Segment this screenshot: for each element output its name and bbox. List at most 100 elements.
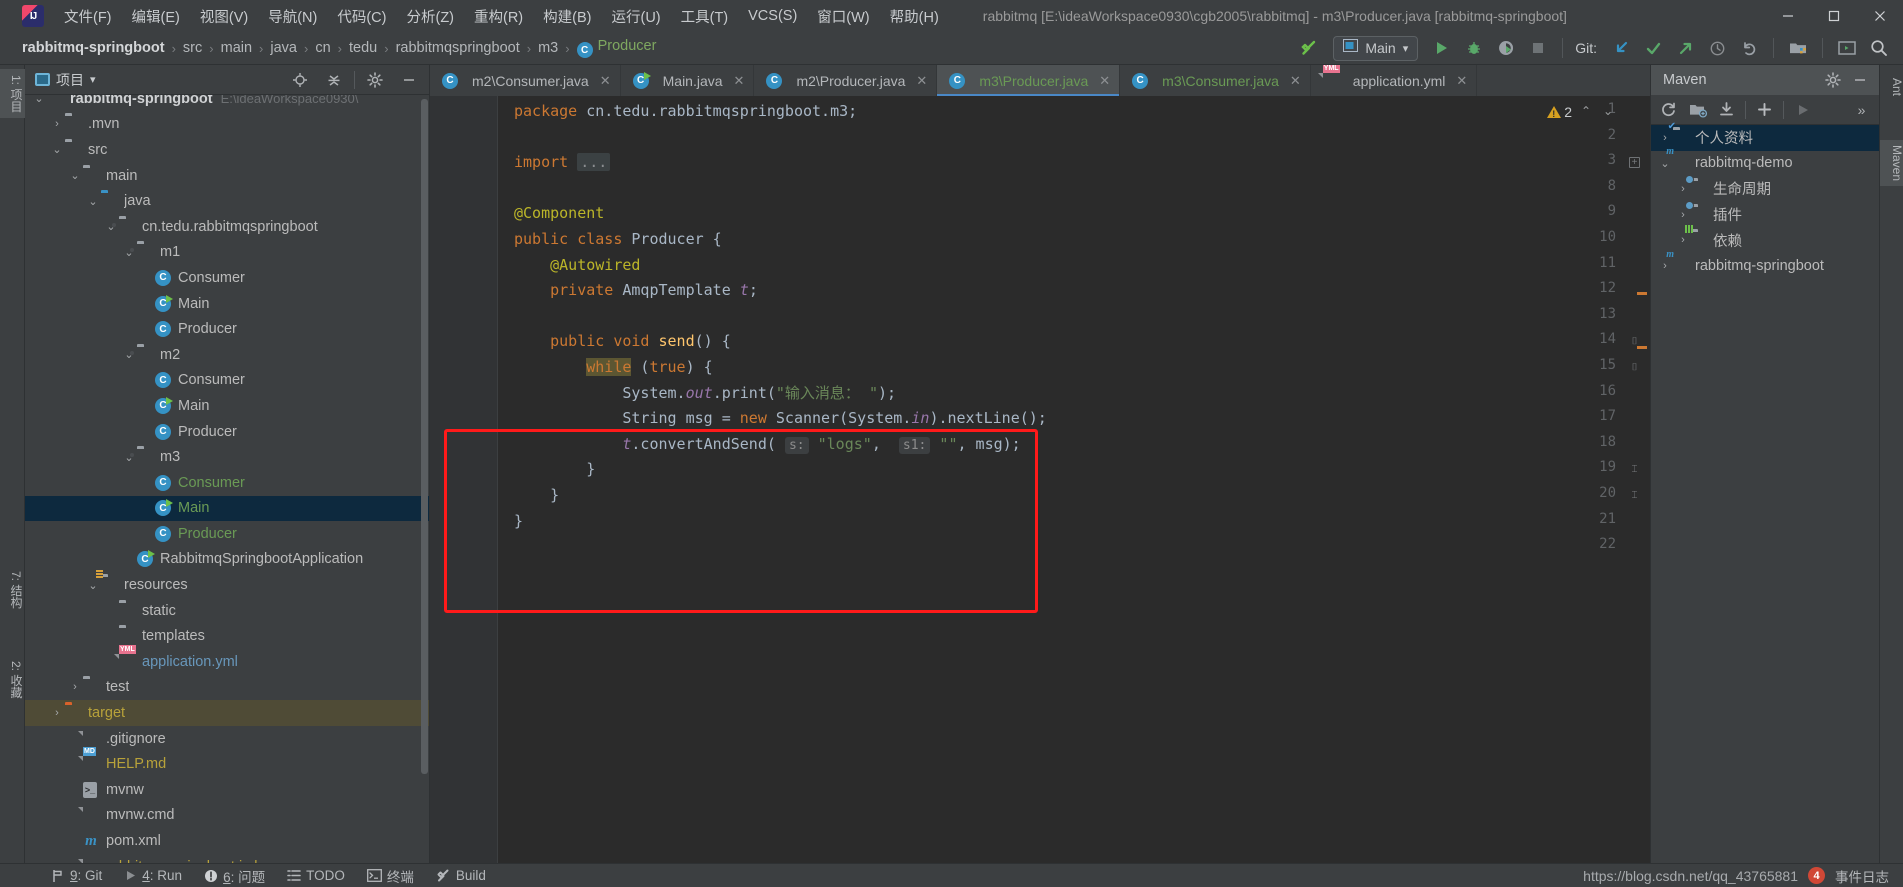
tree-node-m1[interactable]: ⌄ m1 xyxy=(25,240,429,266)
run-configuration-selector[interactable]: Main ▾ xyxy=(1333,35,1419,61)
status-todo[interactable]: TODO xyxy=(276,866,356,885)
tree-node-src[interactable]: ⌄ src xyxy=(25,137,429,163)
tree-node-consumer[interactable]: ›CConsumer xyxy=(25,265,429,291)
code-line[interactable]: } xyxy=(514,457,1650,483)
add-icon[interactable] xyxy=(1751,97,1778,122)
history-clock-icon[interactable] xyxy=(1703,35,1731,61)
status-terminal[interactable]: 终端 xyxy=(356,864,425,887)
breadcrumb-item-src[interactable]: src xyxy=(183,40,202,56)
editor-tab-m2-consumer.java[interactable]: Cm2\Consumer.java ✕ xyxy=(430,65,621,96)
tree-node-producer[interactable]: ›CProducer xyxy=(25,419,429,445)
chevron-right-icon[interactable]: › xyxy=(67,681,83,693)
menu-analyze[interactable]: 分析(Z) xyxy=(396,3,464,30)
chevron-right-icon[interactable]: › xyxy=(1675,234,1691,246)
tree-node-java[interactable]: ⌄ java xyxy=(25,188,429,214)
tree-node-producer[interactable]: ›CProducer xyxy=(25,521,429,547)
tool-tab-structure[interactable]: 7: 结构 xyxy=(0,565,25,614)
maven-node--[interactable]: › 插件 xyxy=(1651,200,1879,228)
chevron-right-icon[interactable]: › xyxy=(49,118,65,130)
maven-node--[interactable]: › ✔ 个人资料 xyxy=(1651,121,1879,151)
event-log-label[interactable]: 事件日志 xyxy=(1835,866,1889,886)
status-git[interactable]: 9: Git xyxy=(40,866,113,885)
chevron-down-icon[interactable]: ⌄ xyxy=(103,220,119,233)
maximize-button[interactable] xyxy=(1811,0,1857,32)
tree-node-consumer[interactable]: ›CConsumer xyxy=(25,470,429,496)
inspection-warning-count[interactable]: 2 xyxy=(1547,104,1572,120)
code-line[interactable]: import ... xyxy=(514,150,1650,176)
chevron-down-icon[interactable]: ⌄ xyxy=(31,95,47,105)
status-problems[interactable]: 6: 问题 xyxy=(193,864,276,887)
chevron-down-icon[interactable]: ⌄ xyxy=(85,195,101,208)
more-options-icon[interactable]: » xyxy=(1848,97,1875,122)
chevron-right-icon[interactable]: › xyxy=(1657,260,1673,272)
collapse-all-icon[interactable] xyxy=(320,67,348,93)
minimize-button[interactable] xyxy=(1765,0,1811,32)
editor-tab-main.java[interactable]: C Main.java ✕ xyxy=(621,65,755,96)
maven-tree[interactable]: › ✔ 个人资料 ⌄ rabbitmq-demo › 生命周期 › 插件 › 依赖 › rabbitmq… xyxy=(1651,121,1879,279)
download-sources-icon[interactable] xyxy=(1713,97,1740,122)
breadcrumb-item-rabbitmq-springboot[interactable]: rabbitmq-springboot xyxy=(22,40,165,56)
chevron-down-icon[interactable]: ⌄ xyxy=(1657,157,1673,170)
add-maven-project-icon[interactable] xyxy=(1684,97,1711,122)
gear-icon[interactable] xyxy=(1819,68,1846,93)
menu-tools[interactable]: 工具(T) xyxy=(671,3,739,30)
project-structure-icon[interactable] xyxy=(1784,35,1812,61)
gear-icon[interactable] xyxy=(361,67,389,93)
close-icon[interactable]: ✕ xyxy=(1099,73,1110,89)
tree-node-m3[interactable]: ⌄ m3 xyxy=(25,444,429,470)
search-everywhere-icon[interactable] xyxy=(1865,35,1893,61)
tree-node-consumer[interactable]: ›CConsumer xyxy=(25,368,429,394)
menu-help[interactable]: 帮助(H) xyxy=(880,3,949,30)
tree-node-rabbitmqspringbootapplication[interactable]: ›CRabbitmqSpringbootApplication xyxy=(25,547,429,573)
tree-node-main[interactable]: ⌄ main xyxy=(25,163,429,189)
source-code[interactable]: package cn.tedu.rabbitmqspringboot.m3; im… xyxy=(498,96,1650,863)
tree-node-help.md[interactable]: ›MDHELP.md xyxy=(25,747,429,777)
code-line[interactable] xyxy=(514,304,1650,330)
chevron-down-icon[interactable]: ⌄ xyxy=(121,246,137,259)
editor-tab-m2-producer.java[interactable]: Cm2\Producer.java ✕ xyxy=(754,65,938,96)
tree-node-m2[interactable]: ⌄ m2 xyxy=(25,342,429,368)
breadcrumb-item-cn[interactable]: cn xyxy=(315,40,330,56)
status-build[interactable]: Build xyxy=(425,866,497,885)
code-line[interactable] xyxy=(514,534,1650,560)
push-arrow-icon[interactable] xyxy=(1671,35,1699,61)
maven-node--[interactable]: › 生命周期 xyxy=(1651,174,1879,202)
menu-navigate[interactable]: 导航(N) xyxy=(258,3,327,30)
editor-tab-application.yml[interactable]: YML application.yml ✕ xyxy=(1311,65,1478,96)
debug-bug-icon[interactable] xyxy=(1460,35,1488,61)
close-icon[interactable]: ✕ xyxy=(600,73,611,89)
tree-node-main[interactable]: ›CMain xyxy=(25,291,429,317)
code-line[interactable]: package cn.tedu.rabbitmqspringboot.m3; xyxy=(514,99,1650,125)
chevron-down-icon[interactable]: ⌄ xyxy=(121,451,137,464)
tree-node-rabbitmq-springboot.iml[interactable]: ›rabbitmq-springboot.iml xyxy=(25,854,429,863)
next-problem-icon[interactable]: ⌄ xyxy=(1599,102,1617,120)
code-line[interactable]: t.convertAndSend( s: "logs", s1: "", msg… xyxy=(514,432,1650,458)
project-tree[interactable]: ⌄■rabbitmq-springbootE:\ideaWorkspace093… xyxy=(25,95,429,863)
hide-panel-icon[interactable] xyxy=(395,67,423,93)
maven-node-rabbitmq-springboot[interactable]: › rabbitmq-springboot xyxy=(1651,253,1879,279)
menu-file[interactable]: 文件(F) xyxy=(54,3,122,30)
menu-window[interactable]: 窗口(W) xyxy=(807,3,879,30)
run-coverage-icon[interactable] xyxy=(1492,35,1520,61)
code-line[interactable] xyxy=(514,125,1650,151)
commit-check-icon[interactable] xyxy=(1639,35,1667,61)
rollback-undo-icon[interactable] xyxy=(1735,35,1763,61)
menu-refactor[interactable]: 重构(R) xyxy=(464,3,533,30)
reload-icon[interactable] xyxy=(1655,97,1682,122)
menu-code[interactable]: 代码(C) xyxy=(327,3,396,30)
breadcrumb[interactable]: rabbitmq-springboot › src › main › java › cn › ted… xyxy=(22,38,656,59)
close-icon[interactable]: ✕ xyxy=(1290,73,1301,89)
code-line[interactable]: while (true) { xyxy=(514,355,1650,381)
close-button[interactable] xyxy=(1857,0,1903,32)
code-line[interactable]: private AmqpTemplate t; xyxy=(514,278,1650,304)
update-project-arrow-icon[interactable] xyxy=(1607,35,1635,61)
breadcrumb-item-main[interactable]: main xyxy=(221,40,252,56)
tree-node-test[interactable]: › test xyxy=(25,675,429,701)
editor-tab-m3-producer.java[interactable]: Cm3\Producer.java ✕ xyxy=(937,65,1121,96)
menu-view[interactable]: 视图(V) xyxy=(190,3,258,30)
stop-square-icon[interactable] xyxy=(1524,35,1552,61)
breadcrumb-item-tedu[interactable]: tedu xyxy=(349,40,377,56)
prev-problem-icon[interactable]: ⌃ xyxy=(1577,102,1595,120)
close-icon[interactable]: ✕ xyxy=(916,73,927,89)
tree-node-pom.xml[interactable]: ›mpom.xml xyxy=(25,828,429,854)
